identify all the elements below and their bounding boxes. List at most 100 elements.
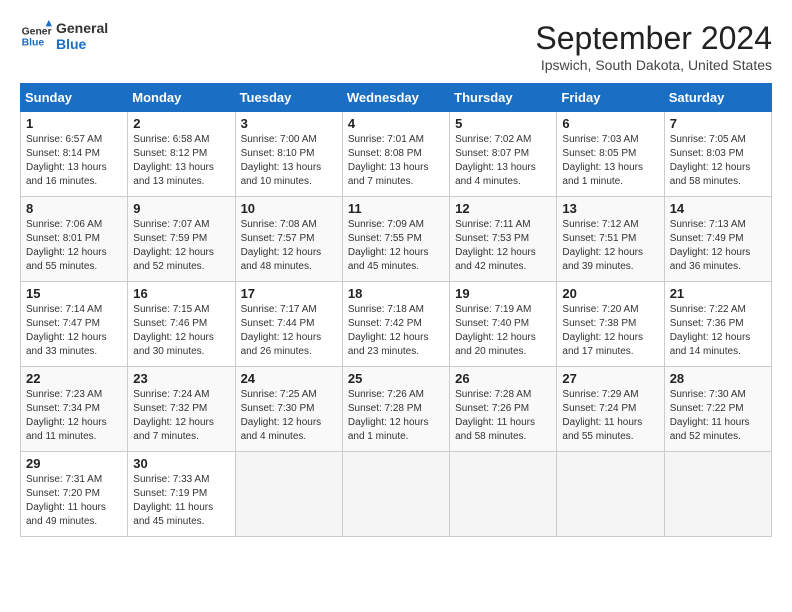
day-info: Sunrise: 7:08 AM Sunset: 7:57 PM Dayligh… bbox=[241, 218, 337, 274]
calendar-cell bbox=[450, 452, 557, 537]
day-info: Sunrise: 7:07 AM Sunset: 7:59 PM Dayligh… bbox=[133, 218, 229, 274]
calendar-cell: 21Sunrise: 7:22 AM Sunset: 7:36 PM Dayli… bbox=[664, 282, 771, 367]
title-area: September 2024 Ipswich, South Dakota, Un… bbox=[535, 20, 772, 73]
day-number: 9 bbox=[133, 201, 229, 216]
calendar-cell: 13 Sunrise: 7:12 AM Sunset: 7:51 PM Dayli… bbox=[557, 197, 664, 282]
calendar-week-4: 22 Sunrise: 7:23 AM Sunset: 7:34 PM Dayli… bbox=[21, 367, 772, 452]
calendar-cell: 30 Sunrise: 7:33 AM Sunset: 7:19 PM Dayli… bbox=[128, 452, 235, 537]
logo: General Blue General Blue bbox=[20, 20, 108, 52]
day-info: Sunrise: 7:00 AM Sunset: 8:10 PM Dayligh… bbox=[241, 133, 337, 189]
calendar-cell: 10 Sunrise: 7:08 AM Sunset: 7:57 PM Dayli… bbox=[235, 197, 342, 282]
day-info: Sunrise: 7:13 AM Sunset: 7:49 PM Dayligh… bbox=[670, 218, 766, 274]
day-number: 27 bbox=[562, 371, 658, 386]
day-number: 22 bbox=[26, 371, 122, 386]
day-info: Sunrise: 7:05 AM Sunset: 8:03 PM Dayligh… bbox=[670, 133, 766, 189]
calendar-cell: 14 Sunrise: 7:13 AM Sunset: 7:49 PM Dayli… bbox=[664, 197, 771, 282]
month-title: September 2024 bbox=[535, 20, 772, 57]
day-number: 29 bbox=[26, 456, 122, 471]
svg-text:General: General bbox=[22, 26, 52, 37]
calendar-week-5: 29 Sunrise: 7:31 AM Sunset: 7:20 PM Dayli… bbox=[21, 452, 772, 537]
col-header-wednesday: Wednesday bbox=[342, 84, 449, 112]
calendar-cell: 11 Sunrise: 7:09 AM Sunset: 7:55 PM Dayli… bbox=[342, 197, 449, 282]
day-number: 13 bbox=[562, 201, 658, 216]
calendar-cell bbox=[557, 452, 664, 537]
day-number: 5 bbox=[455, 116, 551, 131]
calendar-week-1: 1Sunrise: 6:57 AM Sunset: 8:14 PM Daylig… bbox=[21, 112, 772, 197]
day-info: Sunrise: 6:58 AM Sunset: 8:12 PM Dayligh… bbox=[133, 133, 229, 189]
day-number: 18 bbox=[348, 286, 444, 301]
day-number: 25 bbox=[348, 371, 444, 386]
col-header-thursday: Thursday bbox=[450, 84, 557, 112]
day-number: 10 bbox=[241, 201, 337, 216]
calendar-cell: 20 Sunrise: 7:20 AM Sunset: 7:38 PM Dayli… bbox=[557, 282, 664, 367]
day-info: Sunrise: 7:20 AM Sunset: 7:38 PM Dayligh… bbox=[562, 303, 658, 359]
calendar-cell: 8 Sunrise: 7:06 AM Sunset: 8:01 PM Daylig… bbox=[21, 197, 128, 282]
day-info: Sunrise: 7:28 AM Sunset: 7:26 PM Dayligh… bbox=[455, 388, 551, 444]
calendar-cell: 19Sunrise: 7:19 AM Sunset: 7:40 PM Dayli… bbox=[450, 282, 557, 367]
calendar-week-3: 15 Sunrise: 7:14 AM Sunset: 7:47 PM Dayli… bbox=[21, 282, 772, 367]
calendar-cell: 15 Sunrise: 7:14 AM Sunset: 7:47 PM Dayli… bbox=[21, 282, 128, 367]
calendar-header-row: SundayMondayTuesdayWednesdayThursdayFrid… bbox=[21, 84, 772, 112]
day-info: Sunrise: 7:26 AM Sunset: 7:28 PM Dayligh… bbox=[348, 388, 444, 444]
day-number: 7 bbox=[670, 116, 766, 131]
day-info: Sunrise: 7:12 AM Sunset: 7:51 PM Dayligh… bbox=[562, 218, 658, 274]
day-number: 2 bbox=[133, 116, 229, 131]
calendar-cell: 7 Sunrise: 7:05 AM Sunset: 8:03 PM Daylig… bbox=[664, 112, 771, 197]
logo-line2: Blue bbox=[56, 36, 108, 52]
calendar-cell bbox=[342, 452, 449, 537]
day-info: Sunrise: 7:03 AM Sunset: 8:05 PM Dayligh… bbox=[562, 133, 658, 189]
day-info: Sunrise: 7:15 AM Sunset: 7:46 PM Dayligh… bbox=[133, 303, 229, 359]
calendar-cell: 25 Sunrise: 7:26 AM Sunset: 7:28 PM Dayli… bbox=[342, 367, 449, 452]
day-info: Sunrise: 7:17 AM Sunset: 7:44 PM Dayligh… bbox=[241, 303, 337, 359]
calendar-cell: 12 Sunrise: 7:11 AM Sunset: 7:53 PM Dayli… bbox=[450, 197, 557, 282]
day-info: Sunrise: 7:06 AM Sunset: 8:01 PM Dayligh… bbox=[26, 218, 122, 274]
location-title: Ipswich, South Dakota, United States bbox=[535, 57, 772, 73]
day-number: 8 bbox=[26, 201, 122, 216]
col-header-friday: Friday bbox=[557, 84, 664, 112]
col-header-tuesday: Tuesday bbox=[235, 84, 342, 112]
day-info: Sunrise: 7:24 AM Sunset: 7:32 PM Dayligh… bbox=[133, 388, 229, 444]
calendar-cell: 9 Sunrise: 7:07 AM Sunset: 7:59 PM Daylig… bbox=[128, 197, 235, 282]
day-info: Sunrise: 7:30 AM Sunset: 7:22 PM Dayligh… bbox=[670, 388, 766, 444]
col-header-monday: Monday bbox=[128, 84, 235, 112]
day-info: Sunrise: 7:09 AM Sunset: 7:55 PM Dayligh… bbox=[348, 218, 444, 274]
day-info: Sunrise: 7:25 AM Sunset: 7:30 PM Dayligh… bbox=[241, 388, 337, 444]
day-number: 3 bbox=[241, 116, 337, 131]
header: General Blue General Blue September 2024… bbox=[20, 20, 772, 73]
day-info: Sunrise: 7:23 AM Sunset: 7:34 PM Dayligh… bbox=[26, 388, 122, 444]
calendar-cell: 24 Sunrise: 7:25 AM Sunset: 7:30 PM Dayli… bbox=[235, 367, 342, 452]
day-info: Sunrise: 7:33 AM Sunset: 7:19 PM Dayligh… bbox=[133, 473, 229, 529]
day-info: Sunrise: 7:22 AM Sunset: 7:36 PM Dayligh… bbox=[670, 303, 766, 359]
day-info: Sunrise: 7:11 AM Sunset: 7:53 PM Dayligh… bbox=[455, 218, 551, 274]
logo-line1: General bbox=[56, 20, 108, 36]
day-number: 14 bbox=[670, 201, 766, 216]
svg-text:Blue: Blue bbox=[22, 38, 45, 49]
day-number: 11 bbox=[348, 201, 444, 216]
day-number: 28 bbox=[670, 371, 766, 386]
col-header-saturday: Saturday bbox=[664, 84, 771, 112]
calendar-cell: 4 Sunrise: 7:01 AM Sunset: 8:08 PM Daylig… bbox=[342, 112, 449, 197]
calendar-cell: 22 Sunrise: 7:23 AM Sunset: 7:34 PM Dayli… bbox=[21, 367, 128, 452]
day-number: 23 bbox=[133, 371, 229, 386]
calendar-cell: 1Sunrise: 6:57 AM Sunset: 8:14 PM Daylig… bbox=[21, 112, 128, 197]
day-info: Sunrise: 7:31 AM Sunset: 7:20 PM Dayligh… bbox=[26, 473, 122, 529]
day-number: 24 bbox=[241, 371, 337, 386]
calendar-cell: 16 Sunrise: 7:15 AM Sunset: 7:46 PM Dayli… bbox=[128, 282, 235, 367]
day-info: Sunrise: 7:19 AM Sunset: 7:40 PM Dayligh… bbox=[455, 303, 551, 359]
day-number: 17 bbox=[241, 286, 337, 301]
day-info: Sunrise: 7:29 AM Sunset: 7:24 PM Dayligh… bbox=[562, 388, 658, 444]
calendar-cell: 29 Sunrise: 7:31 AM Sunset: 7:20 PM Dayli… bbox=[21, 452, 128, 537]
calendar-cell: 27 Sunrise: 7:29 AM Sunset: 7:24 PM Dayli… bbox=[557, 367, 664, 452]
day-number: 15 bbox=[26, 286, 122, 301]
day-number: 12 bbox=[455, 201, 551, 216]
day-info: Sunrise: 7:01 AM Sunset: 8:08 PM Dayligh… bbox=[348, 133, 444, 189]
day-number: 20 bbox=[562, 286, 658, 301]
day-info: Sunrise: 7:02 AM Sunset: 8:07 PM Dayligh… bbox=[455, 133, 551, 189]
calendar-cell: 6Sunrise: 7:03 AM Sunset: 8:05 PM Daylig… bbox=[557, 112, 664, 197]
calendar-cell: 23 Sunrise: 7:24 AM Sunset: 7:32 PM Dayli… bbox=[128, 367, 235, 452]
day-number: 16 bbox=[133, 286, 229, 301]
day-info: Sunrise: 7:14 AM Sunset: 7:47 PM Dayligh… bbox=[26, 303, 122, 359]
day-info: Sunrise: 6:57 AM Sunset: 8:14 PM Dayligh… bbox=[26, 133, 122, 189]
day-number: 30 bbox=[133, 456, 229, 471]
day-number: 4 bbox=[348, 116, 444, 131]
